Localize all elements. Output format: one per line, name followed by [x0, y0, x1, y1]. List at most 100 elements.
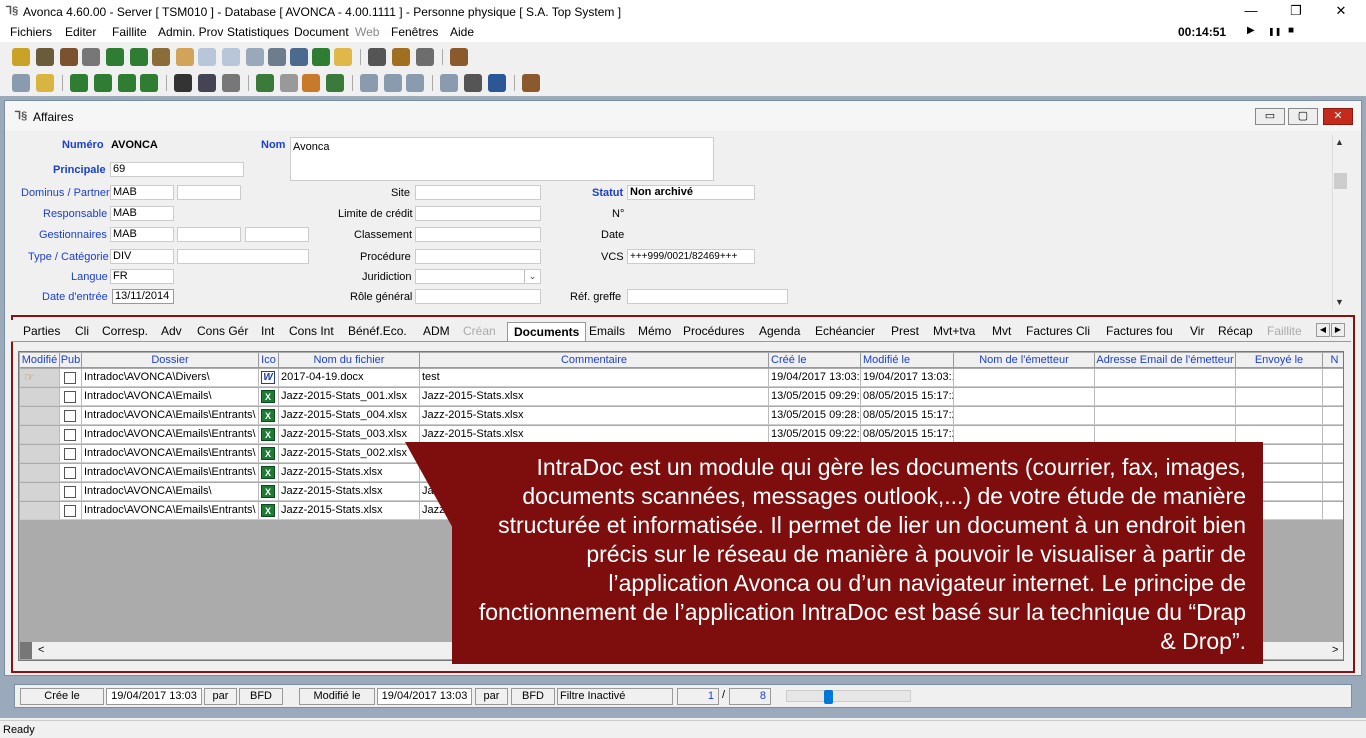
nom-fichier-cell[interactable]: 2017-04-19.docx [279, 369, 420, 387]
ico-cell[interactable]: X [259, 445, 279, 463]
tab-recap[interactable]: Récap [1218, 324, 1253, 338]
empty-cell[interactable] [1323, 407, 1343, 425]
pub-checkbox[interactable] [64, 505, 76, 517]
pub-cell[interactable] [60, 407, 82, 425]
langue-input[interactable]: FR [110, 269, 174, 284]
pub-cell[interactable] [60, 483, 82, 501]
tab-adv[interactable]: Adv [161, 324, 182, 338]
record-slider-thumb[interactable] [824, 690, 833, 704]
chevron-down-icon[interactable]: ⌄ [524, 270, 540, 283]
col-header-commentaire[interactable]: Commentaire [420, 353, 769, 368]
tab-mvt-tva[interactable]: Mvt+tva [933, 324, 975, 338]
empty-cell[interactable] [1323, 502, 1343, 520]
row-selector[interactable] [20, 407, 60, 425]
phone-icon[interactable] [368, 48, 386, 66]
dossier-cell[interactable]: Intradoc\AVONCA\Emails\Entrants\ [82, 445, 259, 463]
tab-factures-cli[interactable]: Factures Cli [1026, 324, 1090, 338]
menu-aide[interactable]: Aide [450, 25, 474, 39]
first-record-icon[interactable] [70, 74, 88, 92]
cree-le-cell[interactable]: 19/04/2017 13:03:1 [769, 369, 861, 387]
money-bag-icon[interactable] [106, 48, 124, 66]
dossier-cell[interactable]: Intradoc\AVONCA\Emails\ [82, 388, 259, 406]
commentaire-cell[interactable]: Jazz-2015-Stats.xlsx [420, 388, 769, 406]
empty-cell[interactable] [1095, 369, 1236, 387]
tab-echeancier[interactable]: Echéancier [815, 324, 875, 338]
copy-icon[interactable] [222, 48, 240, 66]
empty-cell[interactable] [1236, 407, 1323, 425]
col-header-ico[interactable]: Ico [259, 353, 279, 368]
col-header-pub[interactable]: Pub [60, 353, 82, 368]
tab-cons-ger[interactable]: Cons Gér [197, 324, 248, 338]
menu-admin-prov[interactable]: Admin. Prov [158, 25, 223, 39]
window-icon[interactable] [384, 74, 402, 92]
tab-procedures[interactable]: Procédures [683, 324, 744, 338]
ico-cell[interactable]: X [259, 502, 279, 520]
empty-cell[interactable] [954, 388, 1095, 406]
tab-emails[interactable]: Emails [589, 324, 625, 338]
record-slider[interactable] [786, 690, 911, 704]
link-back-icon[interactable] [256, 74, 274, 92]
empty-cell[interactable] [1236, 369, 1323, 387]
empty-cell[interactable] [1323, 426, 1343, 444]
save-icon[interactable] [12, 74, 30, 92]
col-header-envoye-le[interactable]: Envoyé le [1236, 353, 1323, 368]
tab-mvt[interactable]: Mvt [992, 324, 1011, 338]
ref-greffe-input[interactable] [627, 289, 788, 304]
pub-checkbox[interactable] [64, 429, 76, 441]
empty-cell[interactable] [1095, 388, 1236, 406]
folder-icon[interactable] [334, 48, 352, 66]
dossier-cell[interactable]: Intradoc\AVONCA\Emails\Entrants\ [82, 407, 259, 425]
col-header-nom-fichier[interactable]: Nom du fichier [279, 353, 420, 368]
id-search-icon[interactable] [198, 74, 216, 92]
pub-checkbox[interactable] [64, 467, 76, 479]
dollar-icon[interactable] [312, 48, 330, 66]
link-icon[interactable] [280, 74, 298, 92]
empty-cell[interactable] [1323, 483, 1343, 501]
site-input[interactable] [415, 185, 541, 200]
tab-adm[interactable]: ADM [423, 324, 450, 338]
cascade-icon[interactable] [406, 74, 424, 92]
scroll-up-icon[interactable]: ▲ [1335, 137, 1344, 147]
nom-fichier-cell[interactable]: Jazz-2015-Stats.xlsx [279, 483, 420, 501]
menu-web[interactable]: Web [355, 25, 379, 39]
ico-cell[interactable]: X [259, 426, 279, 444]
responsable-input[interactable]: MAB [110, 206, 174, 221]
binoculars-icon[interactable] [174, 74, 192, 92]
pub-cell[interactable] [60, 445, 82, 463]
grid-scroll-thumb[interactable] [20, 642, 32, 659]
cases-icon[interactable] [12, 48, 30, 66]
cree-le-cell[interactable]: 13/05/2015 09:28:3 [769, 407, 861, 425]
document-icon[interactable] [176, 48, 194, 66]
previous-record-icon[interactable] [94, 74, 112, 92]
nom-fichier-cell[interactable]: Jazz-2015-Stats_002.xlsx [279, 445, 420, 463]
dossier-cell[interactable]: Intradoc\AVONCA\Divers\ [82, 369, 259, 387]
menu-document[interactable]: Document [294, 25, 349, 39]
dominus-input-2[interactable] [177, 185, 241, 200]
exit-icon[interactable] [522, 74, 540, 92]
empty-cell[interactable] [1095, 407, 1236, 425]
preview-icon[interactable] [440, 74, 458, 92]
tab-factures-fou[interactable]: Factures fou [1106, 324, 1173, 338]
scroll-down-icon[interactable]: ▼ [1335, 297, 1344, 307]
nom-input[interactable]: Avonca [290, 137, 714, 181]
tab-cli[interactable]: Cli [75, 324, 89, 338]
dossier-cell[interactable]: Intradoc\AVONCA\Emails\Entrants\ [82, 464, 259, 482]
col-header-modifie-le[interactable]: Modifié le [861, 353, 954, 368]
word-icon[interactable] [488, 74, 506, 92]
empty-cell[interactable] [1236, 388, 1323, 406]
save-disk-icon[interactable] [290, 48, 308, 66]
stop-icon[interactable]: ■ [1288, 25, 1294, 36]
tab-cons-int[interactable]: Cons Int [289, 324, 334, 338]
tab-benef-eco[interactable]: Bénéf.Eco. [348, 324, 407, 338]
tab-prest[interactable]: Prest [891, 324, 919, 338]
nom-fichier-cell[interactable]: Jazz-2015-Stats_003.xlsx [279, 426, 420, 444]
row-selector[interactable] [20, 426, 60, 444]
menu-fichiers[interactable]: Fichiers [10, 25, 52, 39]
ico-cell[interactable]: X [259, 464, 279, 482]
gestionnaires-input[interactable]: MAB [110, 227, 174, 242]
tab-memo[interactable]: Mémo [638, 324, 671, 338]
juridiction-select[interactable] [415, 269, 541, 284]
empty-cell[interactable] [1323, 464, 1343, 482]
modifie-le-cell[interactable]: 08/05/2015 15:17:2 [861, 388, 954, 406]
gestionnaires-input-2[interactable] [177, 227, 241, 242]
